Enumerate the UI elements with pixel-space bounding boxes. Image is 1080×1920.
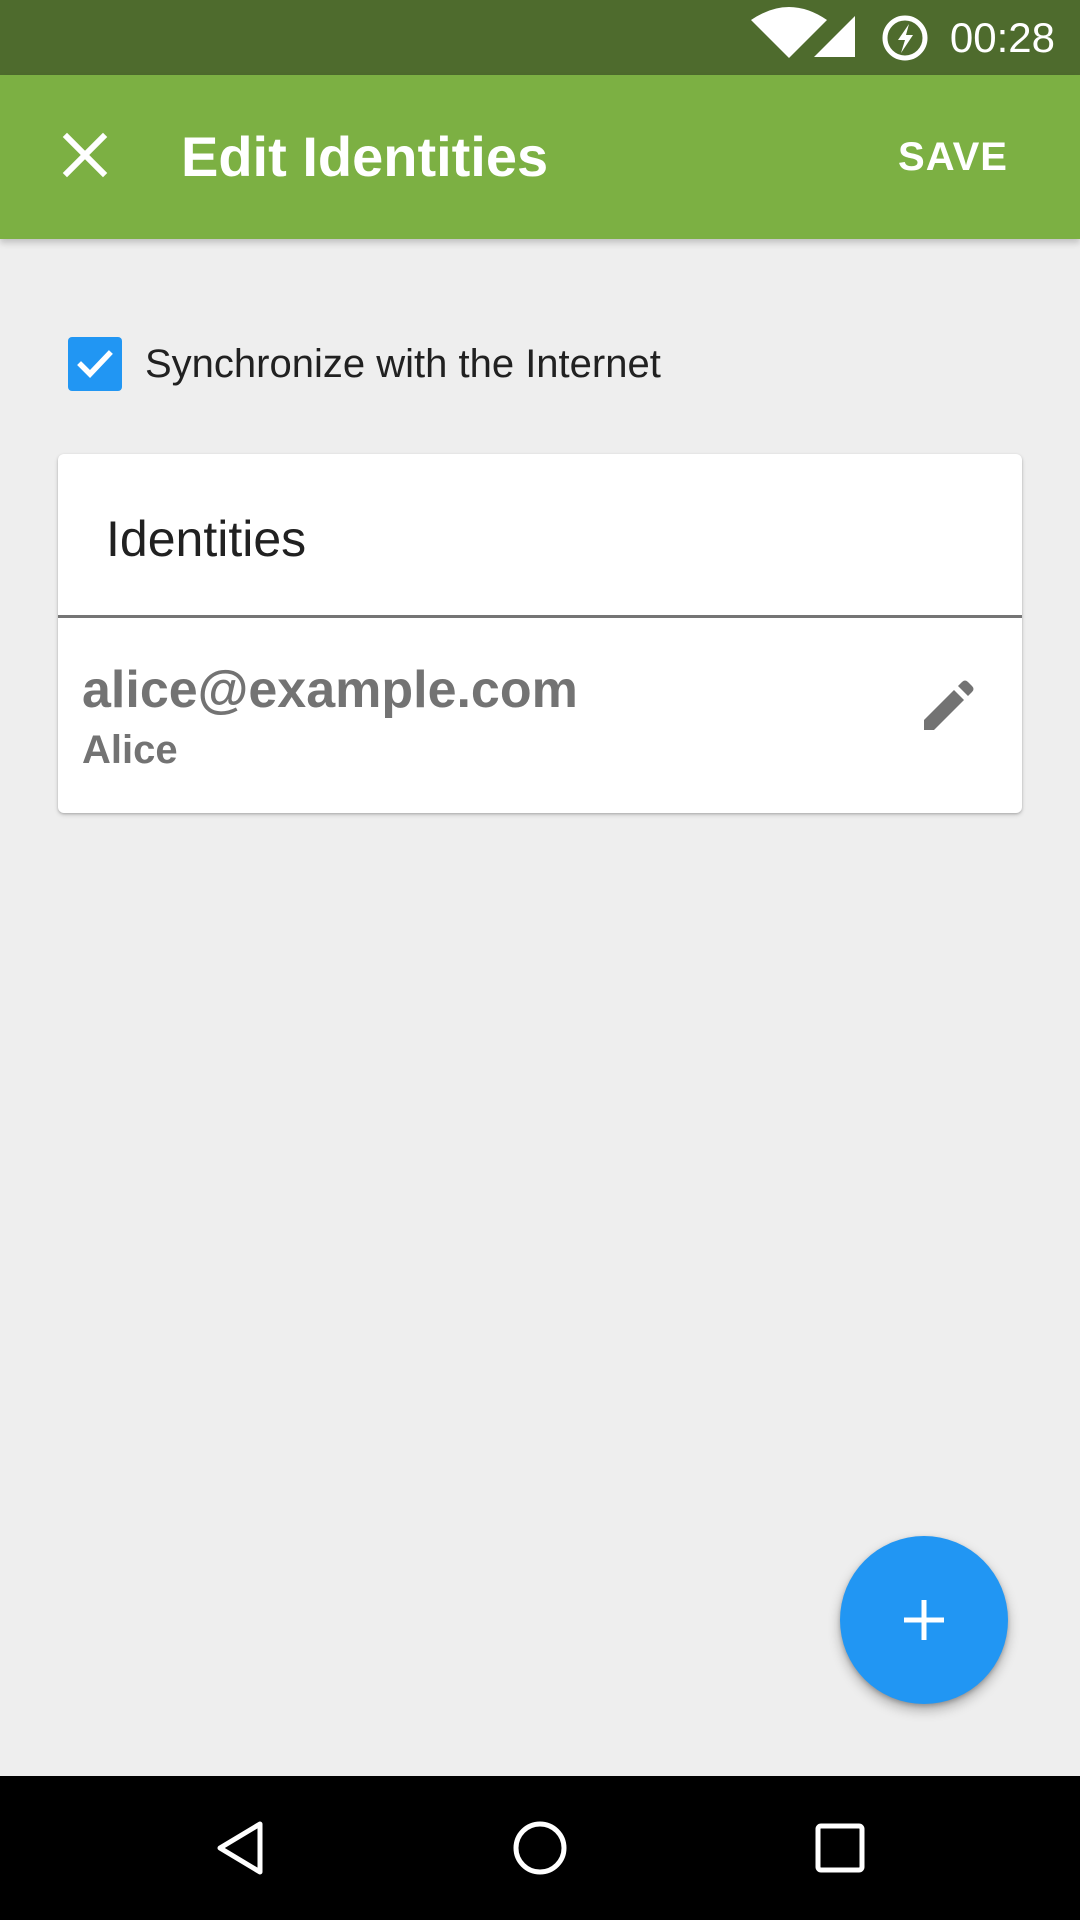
close-button[interactable]	[40, 110, 130, 200]
check-icon	[77, 350, 113, 378]
sync-checkbox[interactable]	[68, 337, 122, 391]
card-header: Identities	[58, 454, 1022, 618]
home-icon	[513, 1821, 567, 1875]
identity-item[interactable]: alice@example.com Alice	[58, 618, 1022, 813]
pencil-icon	[924, 680, 974, 730]
sync-checkbox-row[interactable]: Synchronize with the Internet	[68, 336, 661, 392]
page-title: Edit Identities	[181, 125, 549, 188]
identity-email: alice@example.com	[82, 661, 578, 719]
navigation-bar	[0, 1776, 1080, 1920]
identities-card: Identities alice@example.com Alice	[58, 454, 1022, 813]
close-icon	[62, 132, 108, 178]
recents-button[interactable]	[790, 1798, 890, 1898]
battery-charging-icon	[882, 15, 928, 61]
save-button[interactable]: SAVE	[886, 120, 1020, 194]
status-time: 00:28	[949, 14, 1055, 61]
status-bar: 00:28	[0, 0, 1080, 75]
recents-icon	[815, 1823, 865, 1873]
home-button[interactable]	[490, 1798, 590, 1898]
card-title: Identities	[106, 511, 307, 567]
plus-icon	[904, 1600, 944, 1640]
identity-name: Alice	[82, 728, 178, 772]
add-identity-button[interactable]	[840, 1536, 1008, 1704]
back-icon	[217, 1821, 263, 1875]
cellular-signal-icon	[814, 16, 855, 57]
sync-label: Synchronize with the Internet	[145, 341, 661, 386]
app-bar: Edit Identities SAVE	[0, 75, 1080, 239]
back-button[interactable]	[190, 1798, 290, 1898]
edit-identity-button[interactable]	[900, 658, 996, 754]
